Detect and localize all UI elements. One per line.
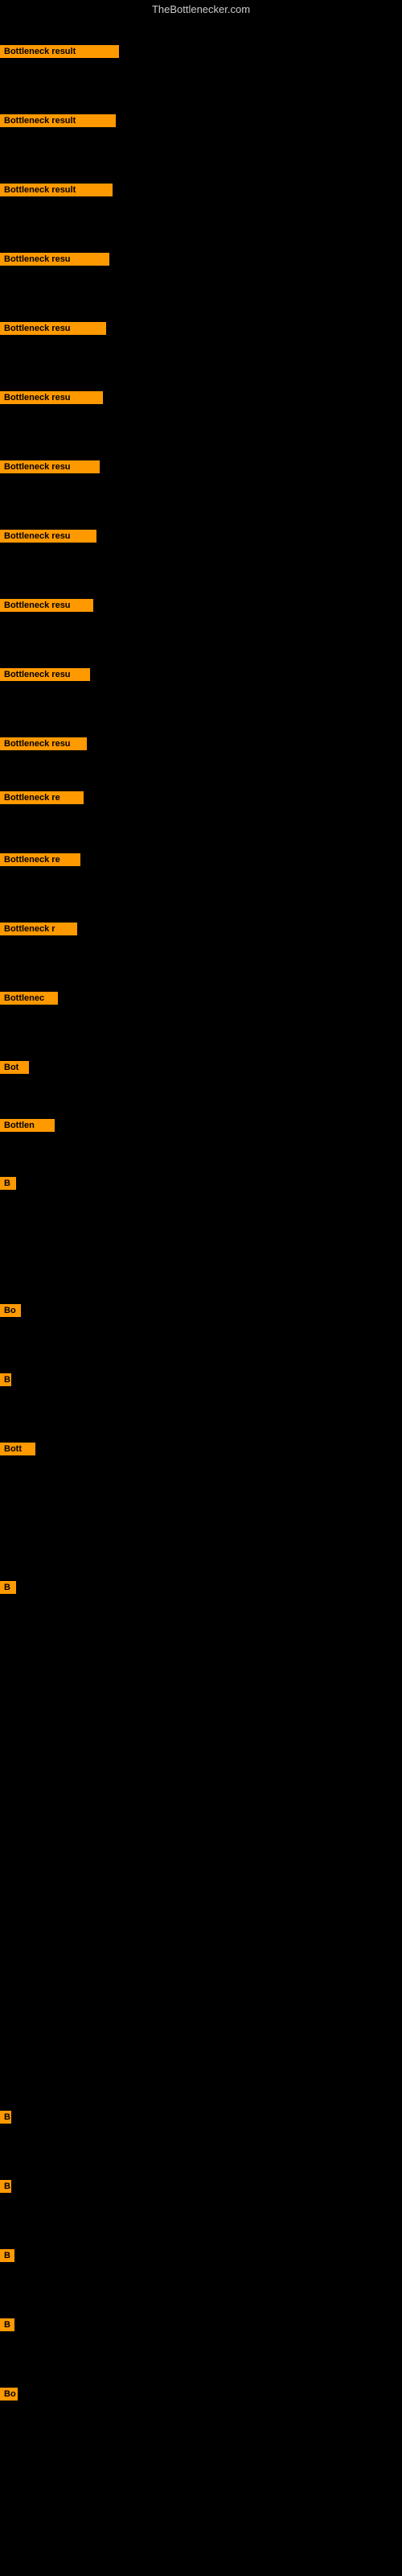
bottleneck-result-badge: Bottleneck re: [0, 791, 84, 804]
bottleneck-result-badge: Bottleneck result: [0, 184, 113, 196]
bottleneck-result-badge: Bot: [0, 1061, 29, 1074]
bottleneck-result-badge: Bottlenec: [0, 992, 58, 1005]
bottleneck-result-badge: Bottleneck resu: [0, 322, 106, 335]
site-title: TheBottlenecker.com: [0, 0, 402, 20]
bottleneck-result-badge: Bottleneck resu: [0, 530, 96, 543]
bottleneck-result-badge: Bottleneck result: [0, 114, 116, 127]
bottleneck-result-badge: B: [0, 2318, 14, 2331]
bottleneck-result-badge: Bo: [0, 1304, 21, 1317]
bottleneck-result-badge: Bottleneck resu: [0, 391, 103, 404]
bottleneck-result-badge: B: [0, 2180, 11, 2193]
bottleneck-result-badge: B: [0, 1581, 16, 1594]
bottleneck-result-badge: Bottleneck r: [0, 923, 77, 935]
bottleneck-result-badge: Bottleneck resu: [0, 737, 87, 750]
bottleneck-result-badge: Bottleneck resu: [0, 599, 93, 612]
bottleneck-result-badge: Bottleneck resu: [0, 460, 100, 473]
bottleneck-result-badge: B: [0, 1177, 16, 1190]
bottleneck-result-badge: B: [0, 2249, 14, 2262]
bottleneck-result-badge: Bottleneck result: [0, 45, 119, 58]
bottleneck-result-badge: Bottleneck resu: [0, 253, 109, 266]
bottleneck-result-badge: Bottleneck re: [0, 853, 80, 866]
bottleneck-result-badge: Bottlen: [0, 1119, 55, 1132]
bottleneck-result-badge: Bott: [0, 1443, 35, 1455]
bottleneck-result-badge: Bo: [0, 2388, 18, 2401]
bottleneck-result-badge: B: [0, 1373, 11, 1386]
bottleneck-result-badge: Bottleneck resu: [0, 668, 90, 681]
bottleneck-result-badge: B: [0, 2111, 11, 2124]
